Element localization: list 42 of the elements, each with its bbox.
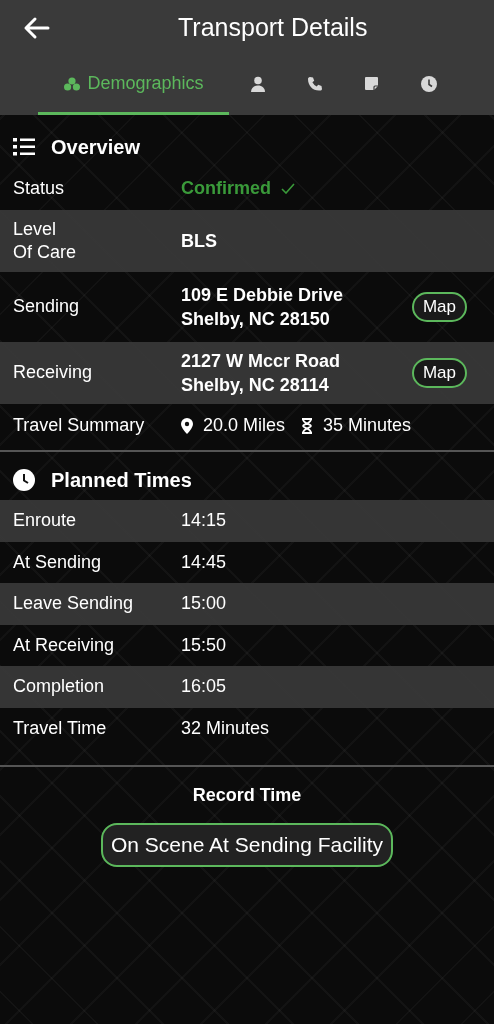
clock-icon (420, 75, 437, 92)
address-text: 2127 W Mccr Road Shelby, NC 28114 (181, 349, 342, 397)
cubes-icon (63, 75, 82, 92)
row-label: Receiving (13, 361, 94, 385)
time-value: 16:05 (181, 676, 227, 698)
row-label: Sending (13, 295, 81, 319)
location-pin-icon (181, 417, 193, 434)
time-value: 14:15 (181, 510, 227, 532)
address-text: 109 E Debbie Drive Shelby, NC 28150 (181, 283, 345, 331)
clock-icon (13, 469, 35, 491)
distance-text: 20.0 Miles (203, 415, 286, 436)
check-icon (281, 183, 295, 194)
phone-icon (306, 75, 323, 92)
status-value: Confirmed (181, 178, 271, 199)
row-label: Leave Sending (13, 592, 135, 616)
map-button[interactable]: Map (411, 292, 467, 322)
time-value: 32 Minutes (181, 717, 270, 739)
hourglass-icon (301, 417, 314, 434)
row-label: Travel Time (13, 716, 108, 740)
row-label: At Sending (13, 550, 103, 574)
person-icon (249, 75, 266, 92)
back-button[interactable] (22, 15, 50, 40)
record-time-button[interactable]: On Scene At Sending Facility (101, 823, 393, 867)
section-title: Planned Times (51, 468, 192, 492)
note-icon (364, 76, 379, 91)
row-value: BLS (181, 230, 217, 252)
row-label: Completion (13, 675, 106, 699)
time-value: 14:45 (181, 551, 227, 573)
row-label: Level Of Care (13, 217, 78, 264)
screen-title: Transport Details (178, 13, 368, 42)
demographics-tab[interactable]: Demographics (38, 55, 229, 115)
section-title: Overview (51, 135, 140, 159)
time-value: 15:00 (181, 593, 227, 615)
list-icon (13, 138, 35, 156)
map-button[interactable]: Map (411, 358, 467, 388)
time-value: 15:50 (181, 634, 227, 656)
row-label: At Receiving (13, 633, 116, 657)
duration-text: 35 Minutes (323, 415, 412, 436)
row-label: Enroute (13, 509, 78, 533)
record-time-title: Record Time (192, 785, 302, 806)
row-label: Status (13, 176, 66, 200)
row-label: Travel Summary (13, 413, 146, 437)
